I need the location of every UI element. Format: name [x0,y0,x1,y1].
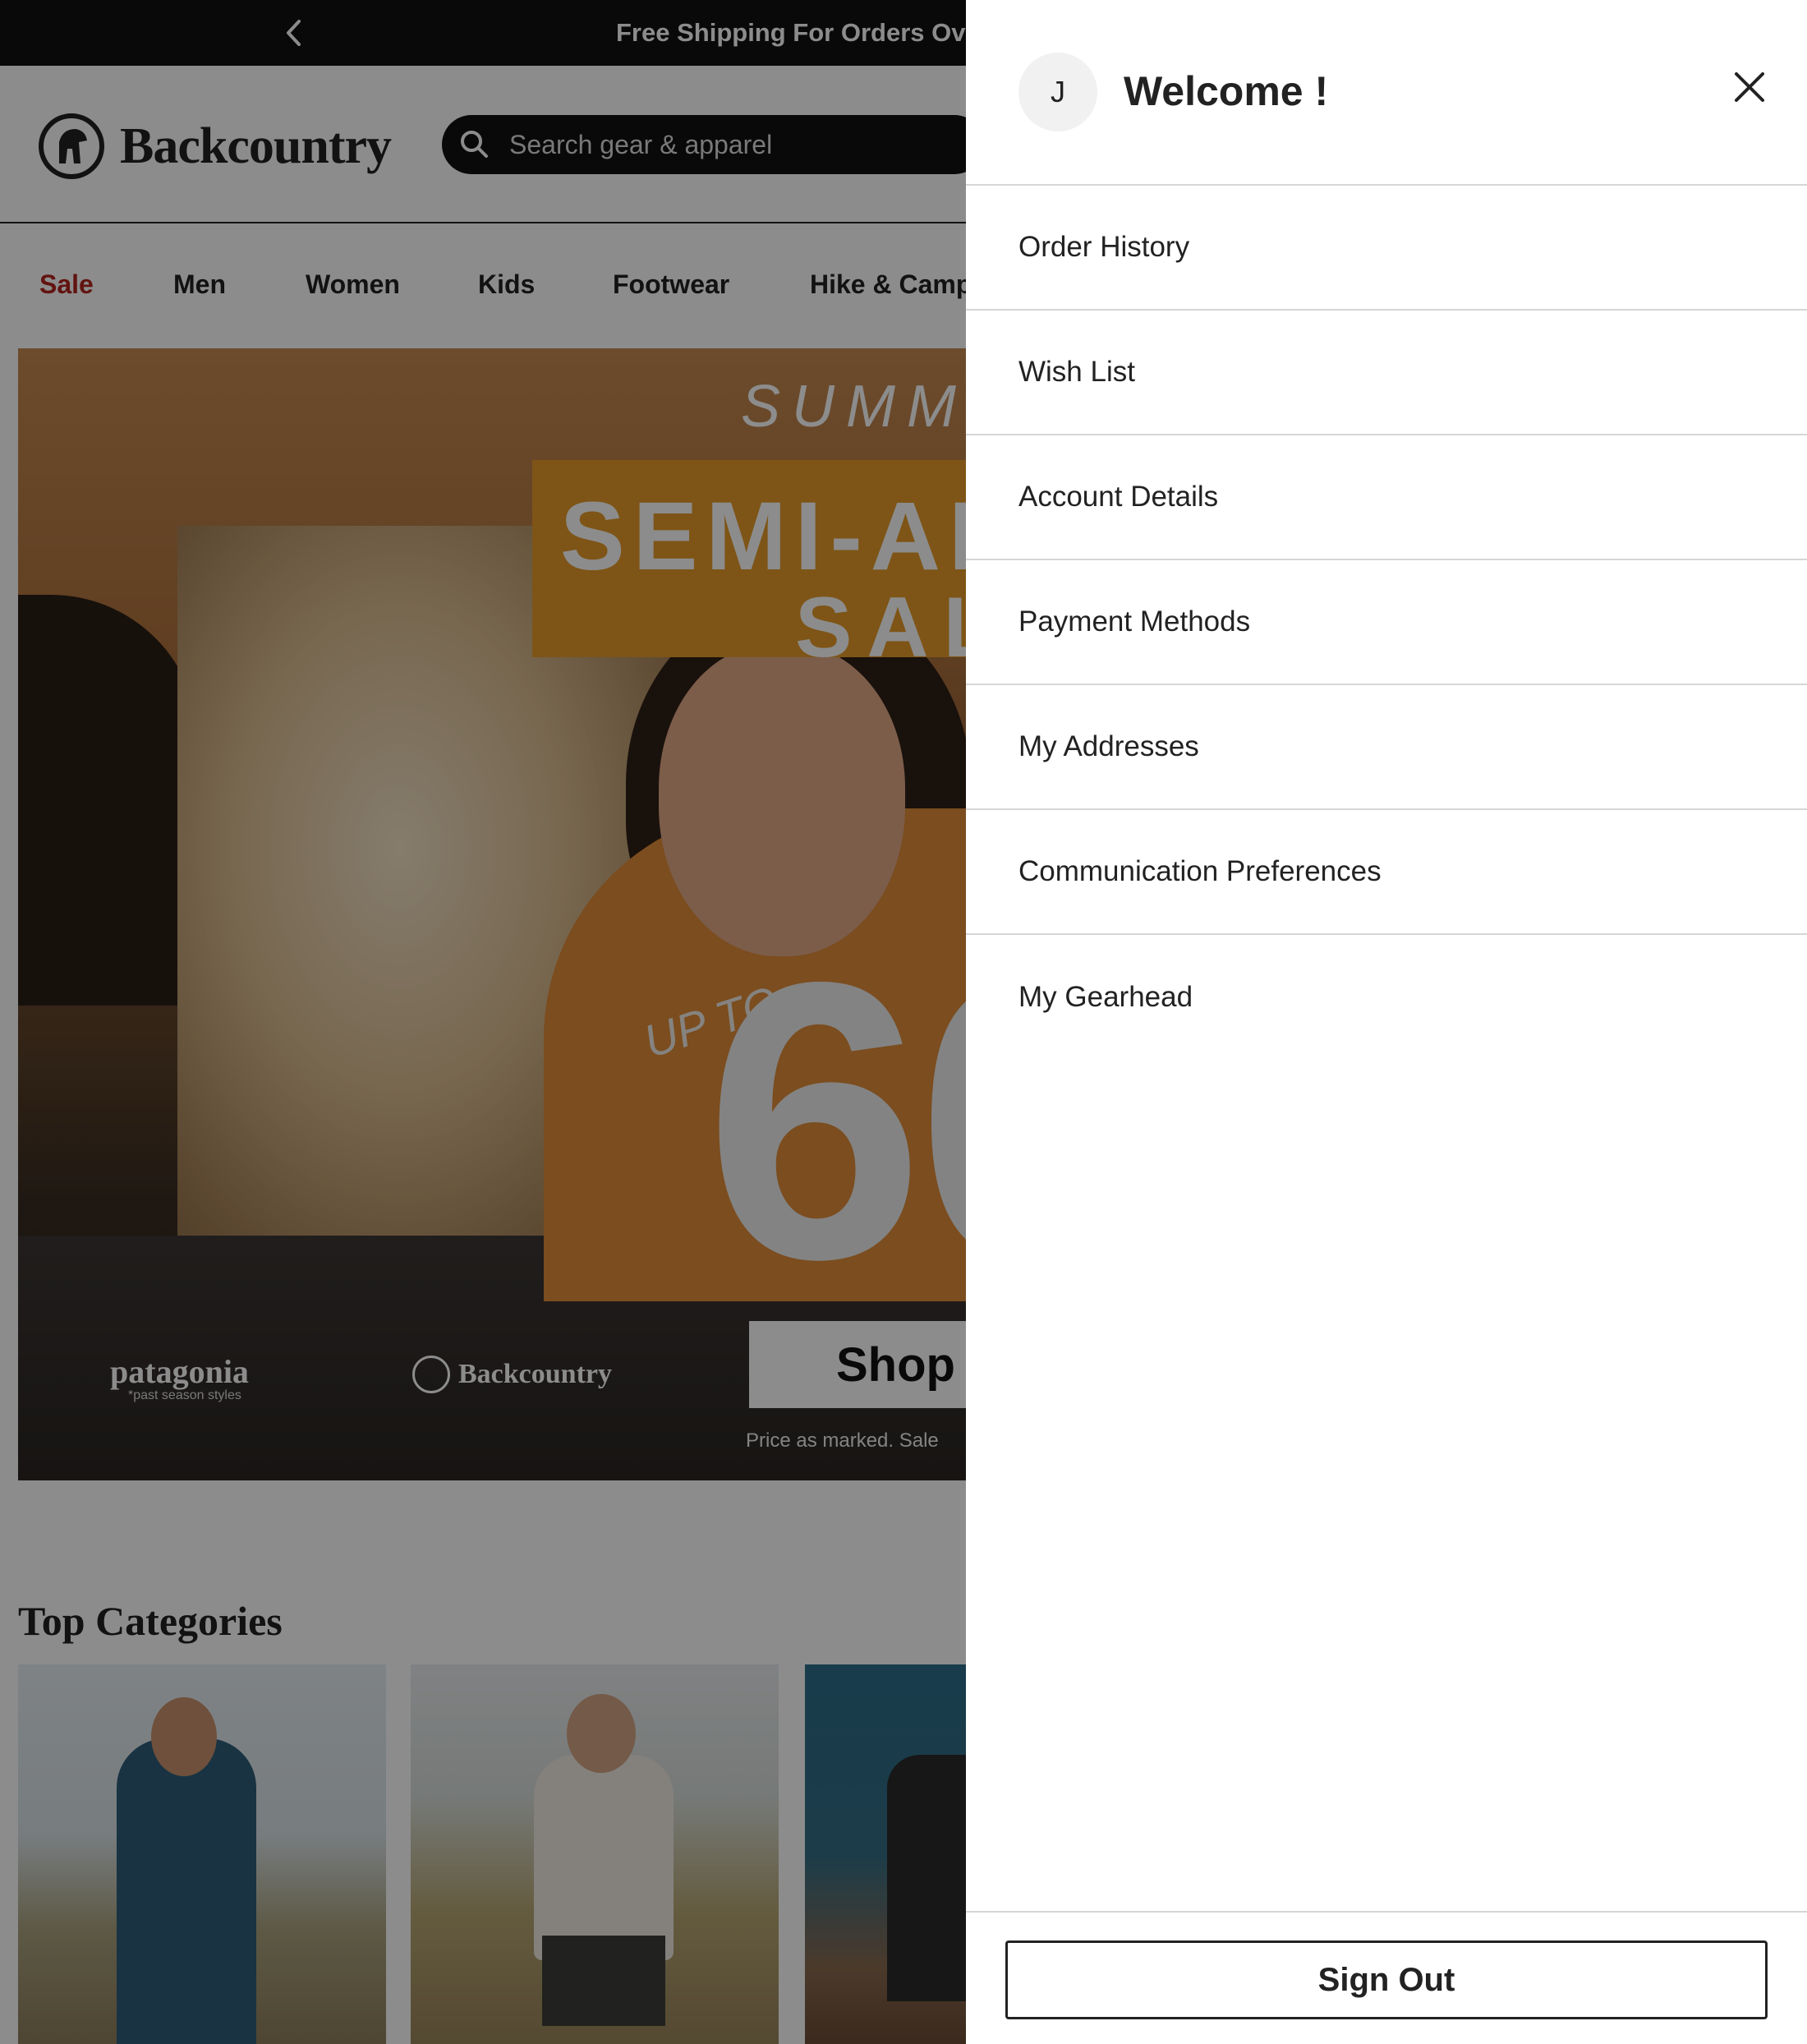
menu-item-order-history[interactable]: Order History [966,186,1807,311]
drawer-header: J Welcome ! [966,0,1807,186]
account-drawer: J Welcome ! Order History Wish List Acco… [966,0,1807,2044]
menu-item-payment-methods[interactable]: Payment Methods [966,560,1807,685]
close-icon [1735,72,1764,102]
menu-item-wish-list[interactable]: Wish List [966,311,1807,435]
welcome-heading: Welcome ! [1124,68,1329,114]
close-button[interactable] [1727,64,1773,110]
drawer-footer: Sign Out [966,1911,1807,2044]
avatar: J [1018,53,1097,131]
menu-item-communication-preferences[interactable]: Communication Preferences [966,810,1807,935]
menu-item-account-details[interactable]: Account Details [966,435,1807,560]
overlay-scrim[interactable] [0,0,966,2044]
background-page: Free Shipping For Orders Ov Backcountry … [0,0,966,2044]
menu-item-my-addresses[interactable]: My Addresses [966,685,1807,810]
menu-item-my-gearhead[interactable]: My Gearhead [966,935,1807,1060]
account-menu: Order History Wish List Account Details … [966,186,1807,1060]
sign-out-button[interactable]: Sign Out [1005,1940,1768,2019]
